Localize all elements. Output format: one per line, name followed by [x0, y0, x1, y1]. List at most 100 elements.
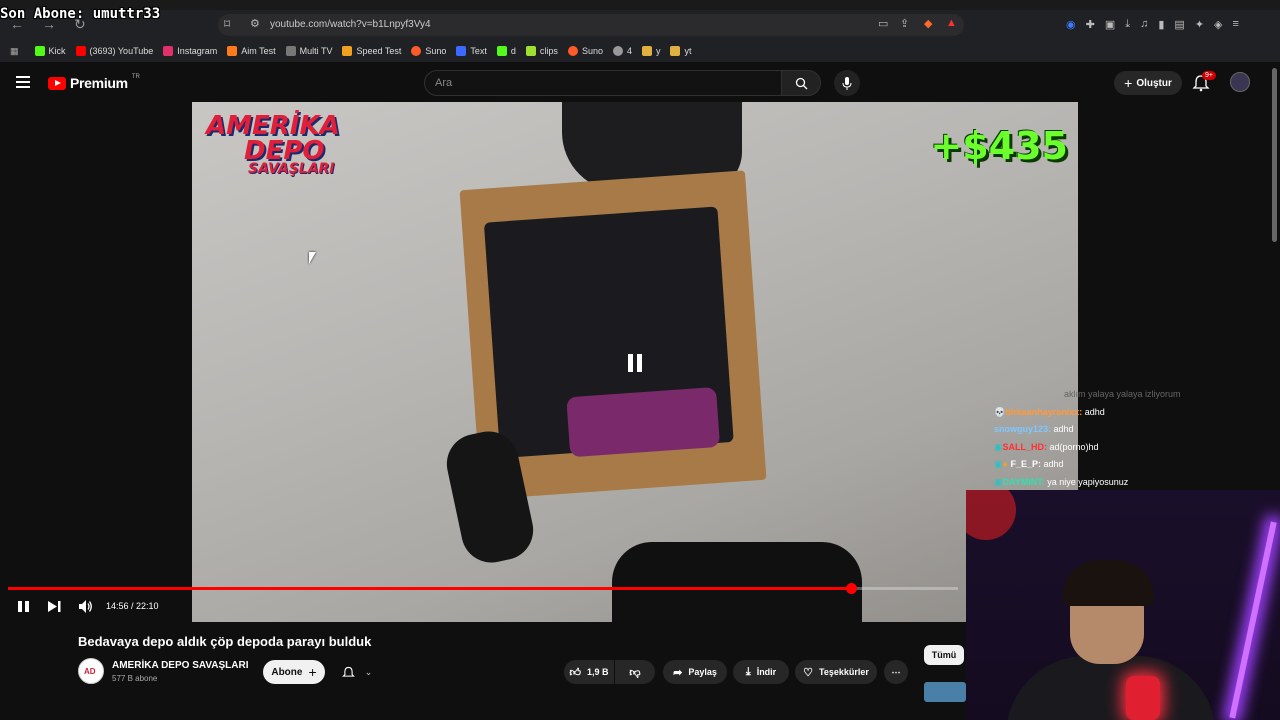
next-video-icon[interactable]	[48, 601, 61, 612]
site-info-icon[interactable]: ⚙	[250, 17, 260, 30]
wallet-icon[interactable]: ▤	[1174, 18, 1184, 31]
music-icon[interactable]: ♫	[1140, 18, 1148, 31]
extensions-bar: ◉ ✚ ▣ ⤓ ♫ ▮ ▤ ✦ ◈ ≡	[1066, 18, 1239, 31]
bookmark-item[interactable]: Aim Test	[227, 46, 276, 56]
bookmark-item[interactable]: (3693) YouTube	[75, 46, 154, 56]
thumbs-down-icon: 👎︎	[629, 666, 641, 679]
filter-chip-all[interactable]: Tümü	[924, 645, 964, 665]
bookmark-label: Suno	[425, 46, 447, 56]
search-icon	[795, 77, 807, 89]
clips-icon	[525, 46, 536, 56]
search-button[interactable]	[781, 70, 821, 96]
bookmark-item[interactable]: Kick	[34, 46, 66, 56]
bookmark-item[interactable]: Text	[456, 46, 487, 56]
stream-chat-overlay: aklım yalaya yalaya izliyorum 💀birkaanha…	[994, 386, 1280, 491]
create-button[interactable]: + Oluştur	[1114, 71, 1182, 95]
center-pause-icon[interactable]	[628, 354, 642, 372]
thanks-label: Teşekkürler	[819, 667, 869, 677]
like-button[interactable]: 👍︎ 1,9 B	[564, 660, 614, 684]
share-icon[interactable]: ⇪	[900, 17, 909, 30]
related-video-thumbnail[interactable]	[924, 682, 966, 702]
apps-icon[interactable]: ▦	[10, 46, 19, 57]
brave-shield-icon[interactable]: ◆	[924, 17, 932, 30]
more-horizontal-icon: ⋯	[891, 666, 901, 677]
chat-message: snowguy123: adhd	[994, 421, 1280, 439]
leo-icon[interactable]: ✦	[1195, 18, 1204, 31]
mouse-cursor-icon	[309, 252, 316, 264]
webcam-red-light	[966, 490, 1016, 540]
bookmark-item[interactable]: d	[496, 46, 516, 56]
youtube-logo[interactable]: Premium TR	[48, 74, 140, 91]
bookmark-item[interactable]: Instagram	[163, 46, 217, 56]
badge-icon: ▣	[994, 459, 1003, 469]
hamburger-menu-icon[interactable]	[16, 76, 30, 88]
chat-user: snowguy123:	[994, 424, 1052, 434]
brand-line-1: AMERİKA	[206, 111, 340, 141]
url-text[interactable]: youtube.com/watch?v=b1Lnpyf3Vy4	[270, 19, 431, 30]
sidebar-icon[interactable]: ▮	[1158, 18, 1164, 31]
bookmark-label: 4	[626, 46, 632, 56]
webcam-streamer-hair	[1062, 560, 1154, 606]
bookmark-label: (3693) YouTube	[89, 46, 154, 56]
page-scrollbar[interactable]	[1272, 68, 1277, 242]
chat-message: 💀birkaanhayranixx: adhd	[994, 404, 1280, 422]
menu-icon[interactable]: ≡	[1233, 18, 1239, 31]
streamer-webcam	[966, 490, 1280, 720]
cast-icon[interactable]: ▭	[878, 17, 888, 30]
skull-icon: 💀	[994, 406, 1006, 417]
bookmark-item[interactable]: clips	[525, 46, 558, 56]
thanks-button[interactable]: ♡ Teşekkürler	[795, 660, 877, 684]
webcam-neon-light	[1229, 521, 1277, 719]
dislike-button[interactable]: 👎︎	[615, 660, 655, 684]
multitv-icon	[285, 46, 296, 56]
brave-rewards-icon[interactable]: ▲	[946, 17, 957, 29]
time-display: 14:56 / 22:10	[106, 601, 159, 611]
bookmark-item[interactable]: Speed Test	[342, 46, 401, 56]
download-icon[interactable]: ⤓	[1125, 18, 1130, 31]
volume-icon[interactable]	[79, 600, 93, 613]
search-input[interactable]: Ara	[424, 70, 782, 96]
logo-text: Premium	[70, 75, 128, 91]
puzzle-icon[interactable]: ✚	[1086, 18, 1095, 31]
youtube-icon	[75, 46, 86, 56]
stream-last-subscriber: Son Abone: umuttr33	[0, 6, 161, 22]
globe-icon	[612, 46, 623, 56]
bookmark-label: Aim Test	[241, 46, 276, 56]
bookmark-label: Speed Test	[356, 46, 402, 56]
subscribe-button[interactable]: Abone +	[263, 660, 325, 684]
screenshot-icon[interactable]: ▣	[1105, 18, 1115, 31]
extension-icon[interactable]: ◉	[1066, 18, 1076, 31]
address-bar[interactable]: ⌑ ⚙ youtube.com/watch?v=b1Lnpyf3Vy4 ▭ ⇪ …	[218, 14, 964, 36]
suno-icon	[411, 46, 422, 56]
kick-icon	[34, 46, 45, 56]
channel-avatar[interactable]	[78, 658, 104, 684]
pause-button[interactable]	[18, 601, 29, 612]
download-button[interactable]: ⤓ İndir	[733, 660, 789, 684]
more-actions-button[interactable]: ⋯	[884, 660, 908, 684]
webcam-streamer-body	[1006, 656, 1216, 720]
bookmark-item[interactable]: Multi TV	[285, 46, 332, 56]
notification-settings-button[interactable]: ⌄	[333, 660, 381, 684]
progress-scrubber[interactable]	[845, 583, 857, 594]
plus-icon: +	[1124, 75, 1133, 91]
share-button[interactable]: ➦ Paylaş	[663, 660, 727, 684]
bookmark-label: d	[510, 46, 516, 56]
youtube-play-icon	[48, 76, 66, 90]
bookmark-label: Suno	[581, 46, 603, 56]
bookmark-item[interactable]: Suno	[567, 46, 603, 56]
account-avatar[interactable]	[1230, 72, 1250, 92]
bookmark-icon[interactable]: ⌑	[224, 17, 230, 31]
channel-name[interactable]: AMERİKA DEPO SAVAŞLARI	[112, 660, 249, 671]
bookmark-item[interactable]: yt	[670, 46, 692, 56]
video-player[interactable]: AMERİKA DEPO SAVAŞLARI +$435	[192, 102, 1078, 623]
bookmark-item[interactable]: y	[641, 46, 660, 56]
microphone-icon	[842, 76, 852, 90]
webcam-microphone	[1126, 676, 1160, 720]
progress-bar[interactable]	[8, 583, 958, 594]
voice-search-button[interactable]	[834, 70, 860, 96]
notification-badge: 9+	[1202, 71, 1216, 80]
bookmark-item[interactable]: Suno	[411, 46, 446, 56]
bookmark-item[interactable]: 4	[612, 46, 632, 56]
vpn-icon[interactable]: ◈	[1214, 18, 1222, 31]
bookmark-label: Instagram	[177, 46, 218, 56]
